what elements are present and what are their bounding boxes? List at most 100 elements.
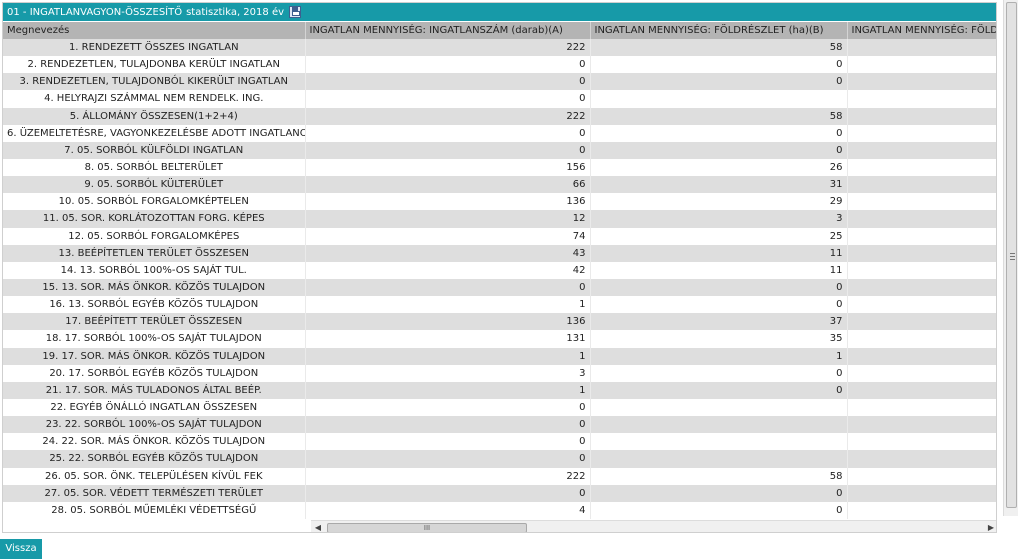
table-row[interactable]: 3. RENDEZETLEN, TULAJDONBÓL KIKERÜLT ING… — [3, 73, 996, 91]
table-row[interactable]: 17. BEÉPÍTETT TERÜLET ÖSSZESEN 136 37 — [3, 313, 996, 331]
report-title: 01 - INGATLANVAGYON-ÖSSZESÍTŐ — [7, 6, 183, 18]
cell-area — [590, 433, 848, 451]
table-row[interactable]: 7. 05. SORBÓL KÜLFÖLDI INGATLAN 0 0 — [3, 141, 996, 159]
cell-count: 42 — [305, 261, 591, 279]
cell-land — [847, 278, 996, 297]
cell-name: 7. 05. SORBÓL KÜLFÖLDI INGATLAN — [3, 141, 306, 159]
cell-count: 0 — [305, 433, 591, 451]
cell-name: 21. 17. SOR. MÁS TULADONOS ÁLTAL BEÉP. — [3, 381, 306, 399]
cell-area — [590, 398, 848, 417]
table-body: 1. RENDEZETT ÖSSZES INGATLAN 222 58 2. REND… — [3, 39, 996, 519]
cell-land — [847, 244, 996, 262]
cell-name: 1. RENDEZETT ÖSSZES INGATLAN — [3, 39, 306, 57]
table-row[interactable]: 18. 17. SORBÓL 100%-OS SAJÁT TULAJDON 131… — [3, 330, 996, 348]
table-row[interactable]: 5. ÁLLOMÁNY ÖSSZESEN(1+2+4) 222 58 — [3, 107, 996, 125]
cell-area: 0 — [590, 364, 848, 382]
cell-area: 58 — [590, 39, 848, 57]
cell-area: 0 — [590, 124, 848, 142]
cell-land — [847, 124, 996, 142]
table-row[interactable]: 22. EGYÉB ÖNÁLLÓ INGATLAN ÖSSZESEN 0 — [3, 398, 996, 417]
cell-count: 1 — [305, 381, 591, 399]
column-header-count[interactable]: INGATLAN MENNYISÉG: INGATLANSZÁM (darab)… — [305, 22, 591, 39]
table-row[interactable]: 6. ÜZEMELTETÉSRE, VAGYONKEZELÉSBE ADOTT … — [3, 124, 996, 142]
cell-name: 8. 05. SORBÓL BELTERÜLET — [3, 158, 306, 177]
back-button[interactable]: Vissza — [0, 539, 42, 559]
cell-area: 25 — [590, 227, 848, 245]
cell-name: 15. 13. SOR. MÁS ÖNKOR. KÖZÖS TULAJDON — [3, 278, 306, 297]
cell-name: 2. RENDEZETLEN, TULAJDONBA KERÜLT INGATL… — [3, 56, 306, 74]
table-row[interactable]: 14. 13. SORBÓL 100%-OS SAJÁT TUL. 42 11 — [3, 261, 996, 279]
table-row[interactable]: 8. 05. SORBÓL BELTERÜLET 156 26 — [3, 158, 996, 177]
table-row[interactable]: 20. 17. SORBÓL EGYÉB KÖZÖS TULAJDON 3 0 — [3, 364, 996, 382]
vertical-scrollbar[interactable] — [1003, 0, 1018, 516]
column-header-land[interactable]: INGATLAN MENNYISÉG: FÖLD — [847, 22, 996, 39]
cell-count: 0 — [305, 141, 591, 159]
report-panel: 01 - INGATLANVAGYON-ÖSSZESÍTŐ statisztik… — [2, 2, 997, 533]
report-titlebar: 01 - INGATLANVAGYON-ÖSSZESÍTŐ statisztik… — [3, 3, 996, 21]
vertical-scroll-thumb[interactable] — [1006, 2, 1017, 508]
table-row[interactable]: 13. BEÉPÍTETLEN TERÜLET ÖSSZESEN 43 11 — [3, 244, 996, 262]
column-header-area[interactable]: INGATLAN MENNYISÉG: FÖLDRÉSZLET (ha)(B) — [590, 22, 848, 39]
table-row[interactable]: 26. 05. SOR. ÖNK. TELEPÜLÉSEN KÍVÜL FEK 2… — [3, 467, 996, 485]
table-row[interactable]: 4. HELYRAJZI SZÁMMAL NEM RENDELK. ING. 0 — [3, 90, 996, 108]
cell-count: 0 — [305, 56, 591, 74]
cell-area: 1 — [590, 347, 848, 365]
table-row[interactable]: 27. 05. SOR. VÉDETT TERMÉSZETI TERÜLET 0 0 — [3, 484, 996, 502]
cell-name: 5. ÁLLOMÁNY ÖSSZESEN(1+2+4) — [3, 107, 306, 125]
scroll-right-icon[interactable]: ▶ — [986, 523, 996, 532]
horizontal-scrollbar[interactable]: ◀ III ▶ — [311, 520, 996, 532]
table-row[interactable]: 25. 22. SORBÓL EGYÉB KÖZÖS TULAJDON 0 — [3, 450, 996, 468]
table-row[interactable]: 16. 13. SORBÓL EGYÉB KÖZÖS TULAJDON 1 0 — [3, 296, 996, 314]
cell-land — [847, 330, 996, 348]
cell-area: 0 — [590, 278, 848, 297]
table-row[interactable]: 21. 17. SOR. MÁS TULADONOS ÁLTAL BEÉP. 1 0 — [3, 381, 996, 399]
table-row[interactable]: 19. 17. SOR. MÁS ÖNKOR. KÖZÖS TULAJDON 1 1 — [3, 347, 996, 365]
save-icon[interactable] — [289, 6, 302, 18]
cell-land — [847, 364, 996, 382]
table-row[interactable]: 23. 22. SORBÓL 100%-OS SAJÁT TULAJDON 0 — [3, 416, 996, 434]
grip-icon — [1010, 253, 1015, 260]
cell-name: 11. 05. SOR. KORLÁTOZOTTAN FORG. KÉPES — [3, 210, 306, 228]
cell-area: 58 — [590, 107, 848, 125]
cell-name: 17. BEÉPÍTETT TERÜLET ÖSSZESEN — [3, 313, 306, 331]
cell-area: 3 — [590, 210, 848, 228]
cell-area: 31 — [590, 176, 848, 194]
table-row[interactable]: 10. 05. SORBÓL FORGALOMKÉPTELEN 136 29 — [3, 193, 996, 211]
cell-area: 0 — [590, 484, 848, 502]
cell-count: 4 — [305, 501, 591, 519]
cell-land — [847, 176, 996, 194]
cell-count: 12 — [305, 210, 591, 228]
cell-name: 27. 05. SOR. VÉDETT TERMÉSZETI TERÜLET — [3, 484, 306, 502]
cell-count: 74 — [305, 227, 591, 245]
cell-land — [847, 193, 996, 211]
table-row[interactable]: 11. 05. SOR. KORLÁTOZOTTAN FORG. KÉPES 12… — [3, 210, 996, 228]
cell-count: 0 — [305, 90, 591, 108]
horizontal-scroll-thumb[interactable]: III — [327, 523, 527, 532]
cell-land — [847, 347, 996, 365]
table-row[interactable]: 28. 05. SORBÓL MŰEMLÉKI VÉDETTSÉGŰ 4 0 — [3, 501, 996, 519]
scroll-left-icon[interactable]: ◀ — [313, 523, 323, 532]
cell-area: 0 — [590, 56, 848, 74]
cell-area: 29 — [590, 193, 848, 211]
cell-name: 9. 05. SORBÓL KÜLTERÜLET — [3, 176, 306, 194]
table-row[interactable]: 15. 13. SOR. MÁS ÖNKOR. KÖZÖS TULAJDON 0 0 — [3, 278, 996, 297]
table-row[interactable]: 12. 05. SORBÓL FORGALOMKÉPES 74 25 — [3, 227, 996, 245]
cell-land — [847, 158, 996, 177]
cell-count: 66 — [305, 176, 591, 194]
cell-count: 136 — [305, 313, 591, 331]
cell-land — [847, 227, 996, 245]
table-row[interactable]: 9. 05. SORBÓL KÜLTERÜLET 66 31 — [3, 176, 996, 194]
column-header-name[interactable]: Megnevezés — [3, 22, 306, 39]
cell-name: 3. RENDEZETLEN, TULAJDONBÓL KIKERÜLT ING… — [3, 73, 306, 91]
table-row[interactable]: 1. RENDEZETT ÖSSZES INGATLAN 222 58 — [3, 39, 996, 57]
cell-land — [847, 450, 996, 468]
table-row[interactable]: 24. 22. SOR. MÁS ÖNKOR. KÖZÖS TULAJDON 0 — [3, 433, 996, 451]
cell-count: 136 — [305, 193, 591, 211]
cell-name: 26. 05. SOR. ÖNK. TELEPÜLÉSEN KÍVÜL FEK — [3, 467, 306, 485]
cell-name: 23. 22. SORBÓL 100%-OS SAJÁT TULAJDON — [3, 416, 306, 434]
cell-area: 26 — [590, 158, 848, 177]
cell-area: 0 — [590, 73, 848, 91]
data-grid: Megnevezés INGATLAN MENNYISÉG: INGATLANS… — [3, 22, 996, 519]
table-row[interactable]: 2. RENDEZETLEN, TULAJDONBA KERÜLT INGATL… — [3, 56, 996, 74]
cell-land — [847, 56, 996, 74]
